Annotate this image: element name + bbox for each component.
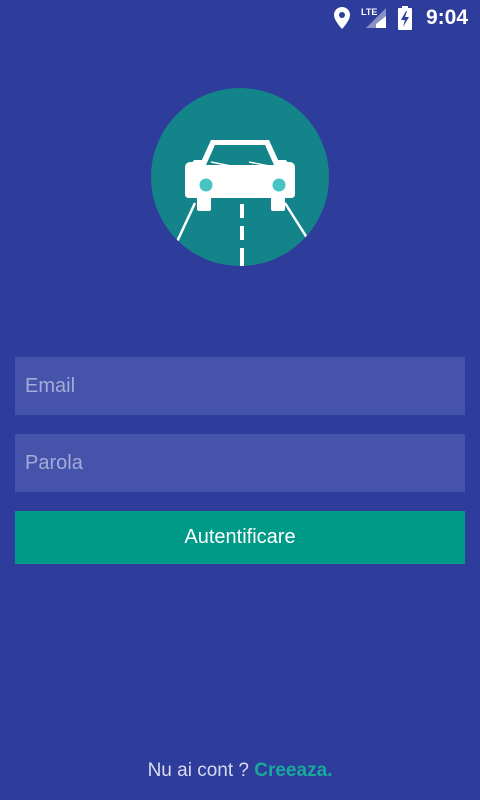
login-button[interactable]: Autentificare <box>15 511 465 564</box>
signup-link[interactable]: Creeaza. <box>254 760 332 781</box>
car-road-icon <box>173 140 311 266</box>
signup-prompt: Nu ai cont ? Creeaza. <box>0 760 480 782</box>
location-icon <box>333 7 350 29</box>
status-bar: LTE 9:04 <box>0 0 480 36</box>
lte-label: LTE <box>361 7 377 17</box>
lte-signal-icon: LTE <box>360 6 388 30</box>
status-time: 9:04 <box>425 6 468 29</box>
signup-prompt-text: Nu ai cont ? <box>147 760 255 781</box>
email-input[interactable] <box>15 357 465 415</box>
password-input[interactable] <box>15 434 465 492</box>
battery-charging-icon <box>397 6 412 30</box>
app-logo <box>151 88 329 266</box>
